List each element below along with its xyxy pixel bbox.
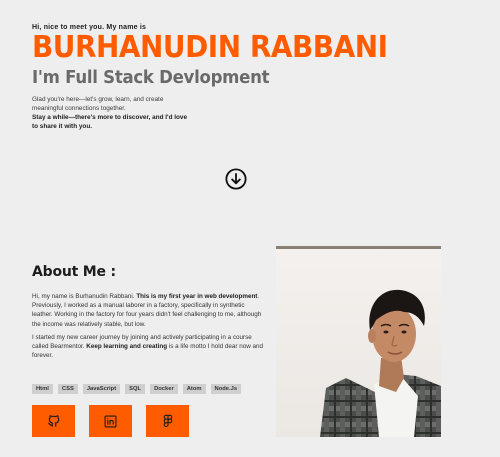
hero-name: BURHANUDIN RABBANI: [32, 30, 388, 65]
hero-role: I'm Full Stack Devlopment: [32, 67, 270, 88]
skill-tag: Html: [32, 384, 53, 394]
intro-plain: Glad you're here—let's grow, learn, and …: [32, 96, 164, 112]
skill-tag: Node.Js: [210, 384, 242, 394]
github-icon: [47, 415, 59, 427]
about-title: About Me :: [32, 264, 116, 280]
about-section: About Me : Hi, my name is Burhanudin Rab…: [32, 264, 264, 364]
skill-tag: Atom: [182, 384, 206, 394]
figma-icon: [163, 414, 172, 427]
about-p1-b: This is my first year in web development: [136, 293, 258, 300]
about-paragraph-1: Hi, my name is Burhanudin Rabbani. This …: [32, 292, 264, 329]
about-paragraph-2: I started my new career journey by joini…: [32, 333, 264, 361]
social-links: [32, 405, 189, 437]
hero-section: Hi, nice to meet you. My name is BURHANU…: [32, 24, 472, 131]
skill-tag: Docker: [150, 384, 178, 394]
skill-tags: Html CSS JavaScript SQL Docker Atom Node…: [32, 384, 242, 394]
linkedin-icon: [104, 415, 117, 427]
skill-tag: SQL: [125, 384, 146, 394]
github-button[interactable]: [32, 405, 75, 437]
about-p1-a: Hi, my name is Burhanudin Rabbani.: [32, 293, 137, 300]
profile-portrait: [320, 289, 441, 437]
skill-tag: JavaScript: [82, 384, 121, 394]
photo-edge: [276, 246, 441, 249]
scroll-down-button[interactable]: [225, 168, 247, 190]
hero-intro: Glad you're here—let's grow, learn, and …: [32, 95, 192, 131]
arrow-down-circle-icon: [225, 168, 247, 190]
linkedin-button[interactable]: [89, 405, 132, 437]
profile-photo: [276, 246, 441, 437]
about-p2-b: Keep learning and creating: [86, 343, 168, 351]
intro-bold: Stay a while—there's more to discover, a…: [32, 114, 188, 130]
skill-tag: CSS: [57, 384, 78, 394]
figma-button[interactable]: [146, 405, 189, 437]
